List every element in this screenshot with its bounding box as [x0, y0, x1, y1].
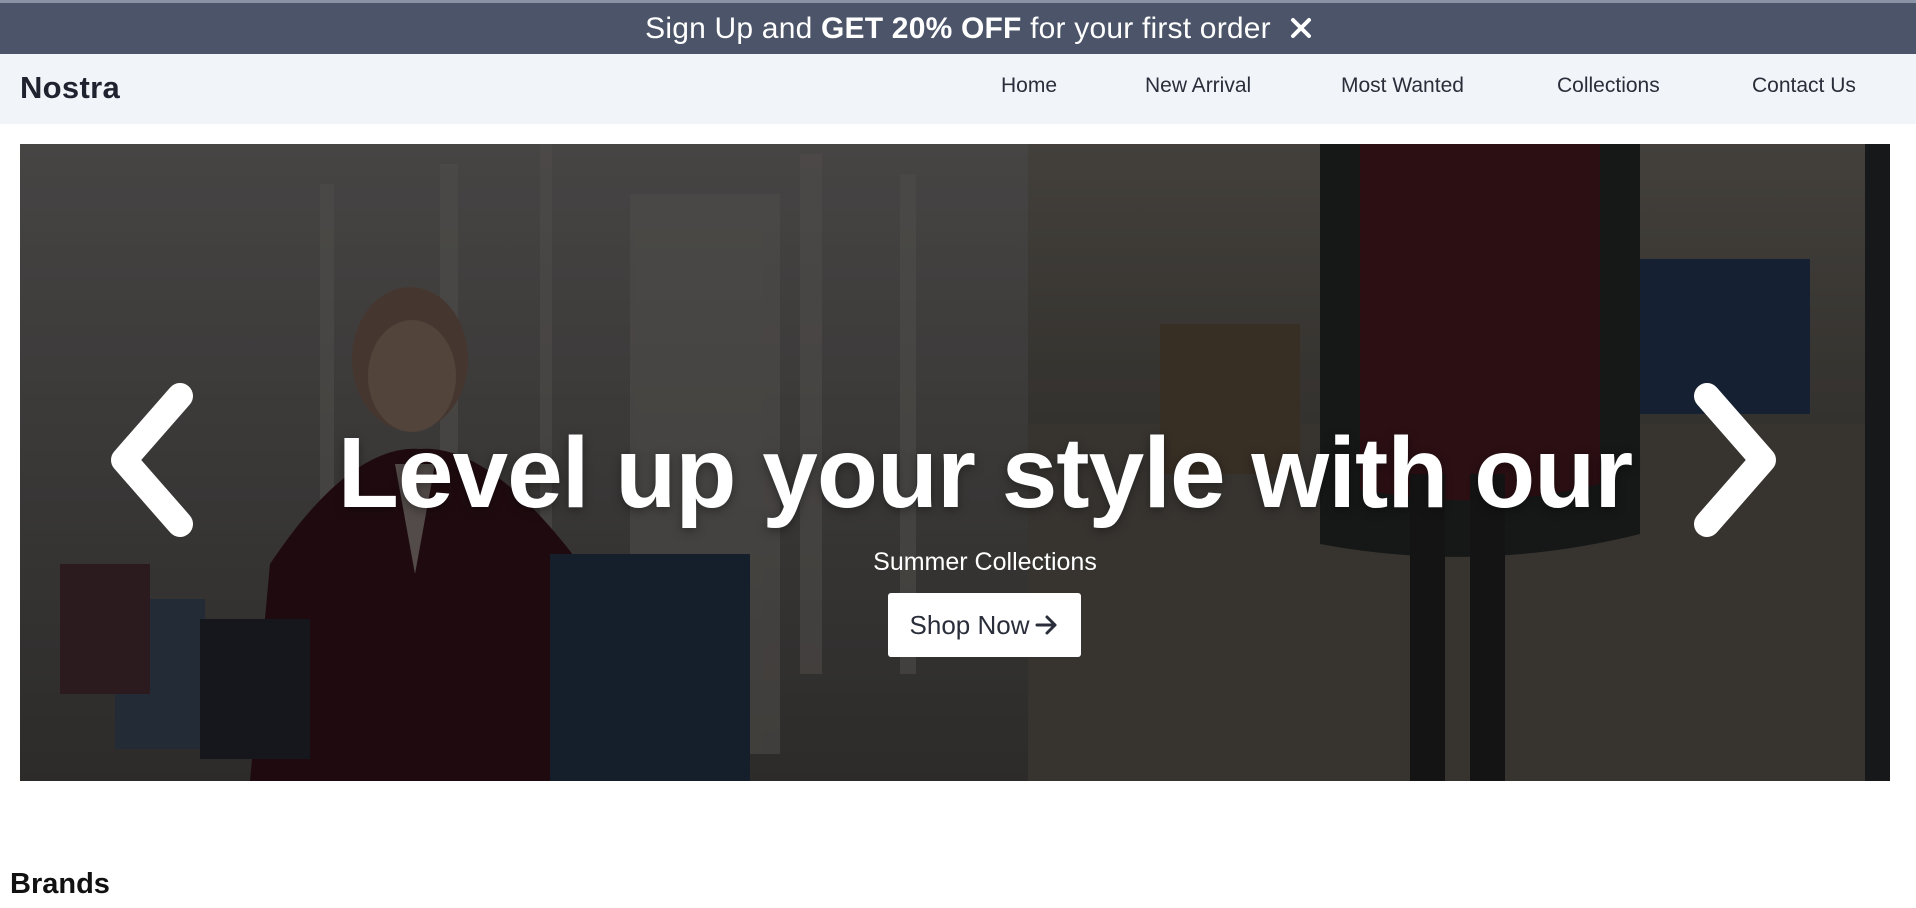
close-icon[interactable]	[1286, 13, 1316, 43]
hero-title: Level up your style with our	[337, 417, 1633, 529]
nav-item-most-wanted[interactable]: Most Wanted	[1341, 74, 1464, 98]
promo-text-lead: Sign Up and	[645, 11, 821, 45]
navbar: Nostra Home New Arrival Most Wanted Coll…	[0, 54, 1916, 124]
promo-text: Sign Up and GET 20% OFF for your first o…	[645, 12, 1271, 46]
chevron-right-icon[interactable]	[1685, 382, 1785, 543]
shop-now-button[interactable]: Shop Now	[888, 593, 1081, 657]
chevron-left-icon[interactable]	[102, 382, 202, 543]
shop-now-label: Shop Now	[909, 609, 1030, 640]
nav-item-collections[interactable]: Collections	[1557, 74, 1660, 98]
arrow-right-icon	[1035, 614, 1059, 636]
logo[interactable]: Nostra	[20, 70, 120, 106]
promo-discount: GET 20% OFF	[821, 11, 1022, 45]
nav-item-new-arrival[interactable]: New Arrival	[1145, 74, 1251, 98]
brands-heading: Brands	[10, 868, 110, 900]
nav-item-home[interactable]: Home	[1001, 74, 1057, 98]
promo-text-tail: for your first order	[1021, 11, 1271, 45]
nav-item-contact-us[interactable]: Contact Us	[1752, 74, 1856, 98]
hero-carousel: Level up your style with our Summer Coll…	[20, 144, 1890, 781]
hero-subtitle: Summer Collections	[873, 548, 1097, 576]
promo-banner: Sign Up and GET 20% OFF for your first o…	[0, 0, 1916, 54]
